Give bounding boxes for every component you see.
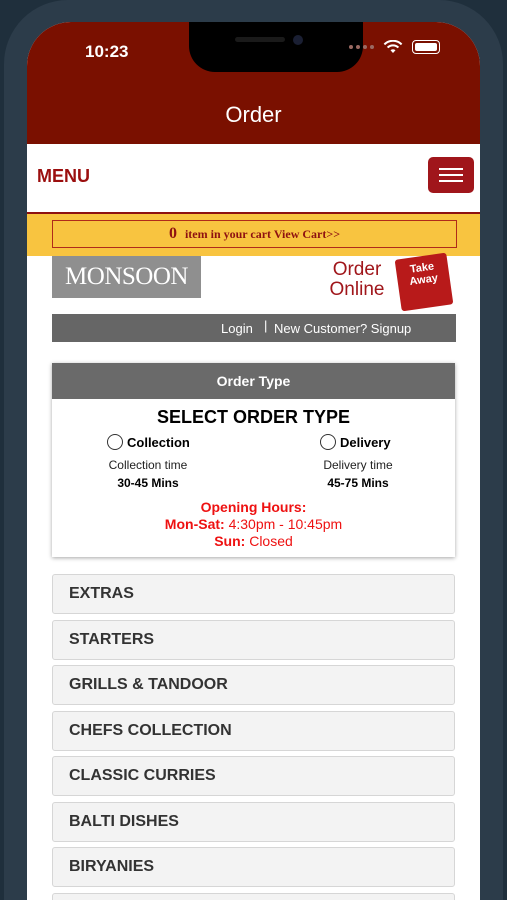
- category-next[interactable]: [52, 893, 455, 900]
- menu-bar: MENU: [27, 144, 480, 214]
- delivery-radio[interactable]: [320, 434, 336, 450]
- mon-sat-label: Mon-Sat:: [164, 516, 225, 532]
- opening-hours: Opening Hours: Mon-Sat: 4:30pm - 10:45pm…: [52, 499, 455, 550]
- opening-hours-title: Opening Hours:: [200, 499, 307, 515]
- order-type-card: Order Type SELECT ORDER TYPE Collection …: [52, 363, 455, 557]
- signal-icon: [349, 45, 374, 49]
- menu-label[interactable]: MENU: [37, 166, 90, 187]
- login-link[interactable]: Login: [221, 321, 253, 336]
- wifi-icon: [383, 40, 403, 53]
- category-label: STARTERS: [69, 631, 155, 648]
- category-starters[interactable]: STARTERS: [52, 620, 455, 660]
- sun-label: Sun:: [214, 533, 246, 549]
- collection-mins: 30-45 Mins: [117, 476, 179, 490]
- status-time: 10:23: [85, 42, 129, 61]
- hamburger-menu-button[interactable]: [428, 157, 474, 193]
- page-title: Order: [225, 102, 282, 127]
- mon-sat-hours: 4:30pm - 10:45pm: [228, 516, 343, 532]
- collection-radio[interactable]: [107, 434, 123, 450]
- category-label: CLASSIC CURRIES: [69, 767, 216, 784]
- screen: 10:23 Order MENU 0 item in your cart Vie…: [27, 22, 480, 900]
- category-balti-dishes[interactable]: BALTI DISHES: [52, 802, 455, 842]
- signup-link[interactable]: New Customer? Signup: [274, 321, 411, 336]
- category-label: EXTRAS: [69, 585, 134, 602]
- camera: [293, 35, 303, 45]
- cart-banner: 0 item in your cart View Cart>>: [27, 214, 480, 256]
- order-type-header: Order Type: [52, 363, 455, 399]
- delivery-label: Delivery: [340, 434, 391, 450]
- category-label: GRILLS & TANDOOR: [69, 676, 228, 693]
- account-bar: Login | New Customer? Signup: [52, 314, 456, 342]
- separator: |: [264, 318, 268, 333]
- status-icons: [349, 40, 440, 54]
- brand-row: MONSOON Order Online Take Away: [52, 252, 456, 318]
- select-order-type-title: SELECT ORDER TYPE: [156, 407, 351, 427]
- delivery-mins: 45-75 Mins: [327, 476, 389, 490]
- sun-hours: Closed: [249, 533, 293, 549]
- notch: [189, 22, 363, 72]
- category-label: BIRYANIES: [69, 858, 155, 875]
- battery-icon: [412, 40, 440, 54]
- order-online-text: Order Online: [329, 259, 385, 300]
- speaker: [235, 37, 285, 42]
- category-label: CHEFS COLLECTION: [69, 722, 232, 739]
- monsoon-logo: MONSOON: [52, 256, 201, 298]
- cart-text: item in your cart View Cart>>: [184, 226, 341, 241]
- takeaway-badge-icon: Take Away: [394, 252, 454, 312]
- category-classic-curries[interactable]: CLASSIC CURRIES: [52, 756, 455, 796]
- phone-body: 10:23 Order MENU 0 item in your cart Vie…: [0, 0, 507, 900]
- delivery-option[interactable]: Delivery: [320, 434, 391, 450]
- category-chefs-collection[interactable]: CHEFS COLLECTION: [52, 711, 455, 751]
- delivery-time-label: Delivery time: [323, 458, 393, 472]
- collection-option[interactable]: Collection: [107, 434, 190, 450]
- category-label: BALTI DISHES: [69, 813, 179, 830]
- collection-time-label: Collection time: [108, 458, 188, 472]
- app-header: 10:23 Order: [27, 22, 480, 144]
- category-biryanies[interactable]: BIRYANIES: [52, 847, 455, 887]
- cart-count: 0: [168, 225, 177, 242]
- category-grills-tandoor[interactable]: GRILLS & TANDOOR: [52, 665, 455, 705]
- view-cart-link[interactable]: 0 item in your cart View Cart>>: [52, 220, 457, 248]
- category-extras[interactable]: EXTRAS: [52, 574, 455, 614]
- collection-label: Collection: [127, 434, 190, 450]
